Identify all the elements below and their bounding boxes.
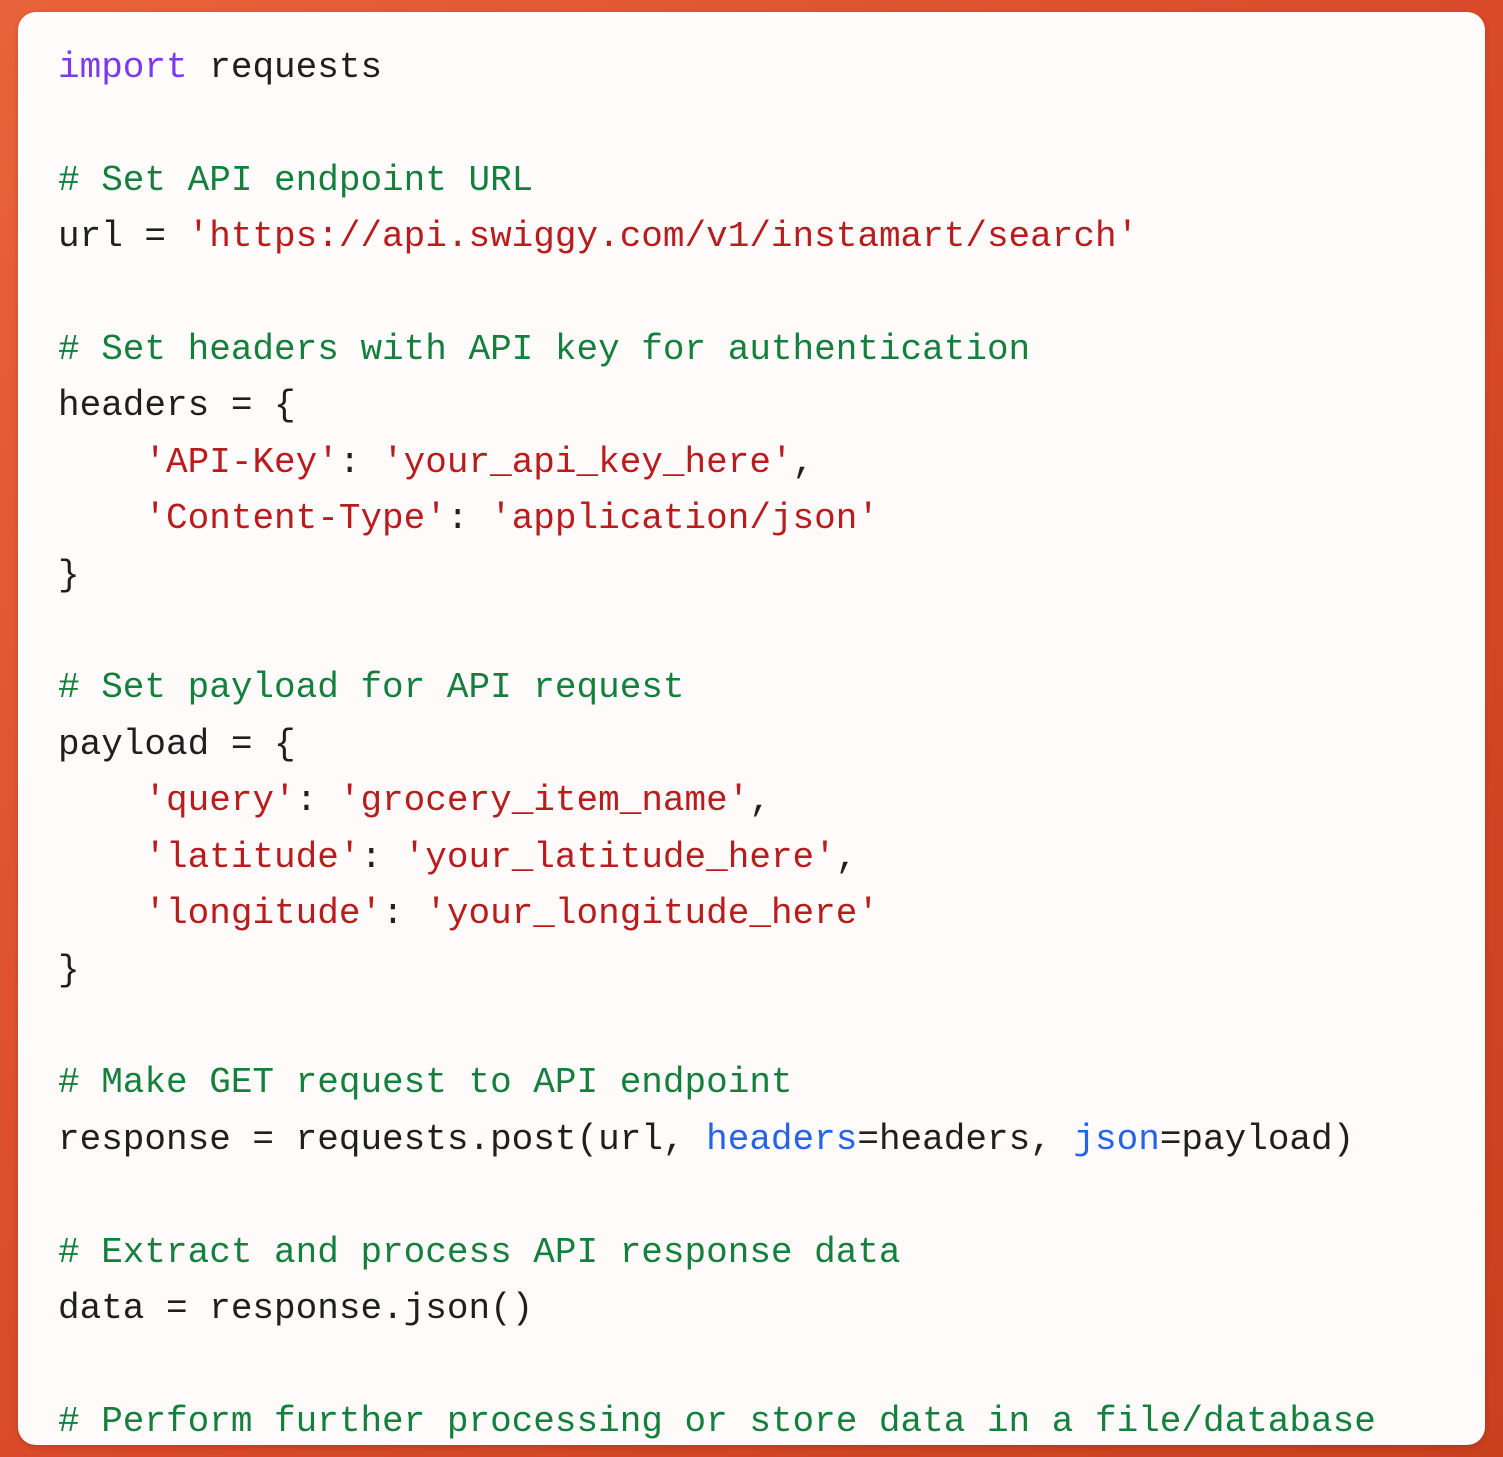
headers-close: }	[58, 555, 80, 596]
url-lhs: url =	[58, 216, 188, 257]
hdr-val: 'your_api_key_here'	[382, 442, 792, 483]
headers-open: headers = {	[58, 385, 296, 426]
kwarg-headers: headers	[706, 1119, 857, 1160]
comment-headers: # Set headers with API key for authentic…	[58, 329, 1030, 370]
code-block: import requests # Set API endpoint URL u…	[58, 40, 1445, 1445]
pl-key: 'latitude'	[144, 837, 360, 878]
indent	[58, 442, 144, 483]
sep: :	[382, 893, 425, 934]
tail: ,	[749, 780, 771, 821]
indent	[58, 837, 144, 878]
module-name: requests	[209, 47, 382, 88]
payload-close: }	[58, 950, 80, 991]
hdr-key: 'API-Key'	[144, 442, 338, 483]
comment-request: # Make GET request to API endpoint	[58, 1062, 793, 1103]
data-assign: data = response.json()	[58, 1288, 533, 1329]
pl-key: 'query'	[144, 780, 295, 821]
pl-key: 'longitude'	[144, 893, 382, 934]
url-str: 'https://api.swiggy.com/v1/instamart/sea…	[188, 216, 1139, 257]
kwarg-json: json	[1073, 1119, 1159, 1160]
indent	[58, 893, 144, 934]
pl-val: 'your_latitude_here'	[404, 837, 836, 878]
sep: :	[447, 498, 490, 539]
sep: :	[296, 780, 339, 821]
pl-val: 'grocery_item_name'	[339, 780, 749, 821]
sep: :	[360, 837, 403, 878]
comment-payload: # Set payload for API request	[58, 667, 685, 708]
sep: :	[339, 442, 382, 483]
call-c: =payload)	[1160, 1119, 1354, 1160]
hdr-key: 'Content-Type'	[144, 498, 446, 539]
comment-extract: # Extract and process API response data	[58, 1232, 901, 1273]
kw-import: import	[58, 47, 188, 88]
space	[188, 47, 210, 88]
indent	[58, 498, 144, 539]
payload-open: payload = {	[58, 724, 296, 765]
pl-val: 'your_longitude_here'	[425, 893, 879, 934]
tail: ,	[793, 442, 815, 483]
call-a: response = requests.post(url,	[58, 1119, 706, 1160]
comment-further: # Perform further processing or store da…	[58, 1401, 1376, 1442]
code-card: import requests # Set API endpoint URL u…	[18, 12, 1485, 1445]
indent	[58, 780, 144, 821]
call-b: =headers,	[857, 1119, 1073, 1160]
tail: ,	[836, 837, 858, 878]
hdr-val: 'application/json'	[490, 498, 879, 539]
comment-endpoint: # Set API endpoint URL	[58, 160, 533, 201]
